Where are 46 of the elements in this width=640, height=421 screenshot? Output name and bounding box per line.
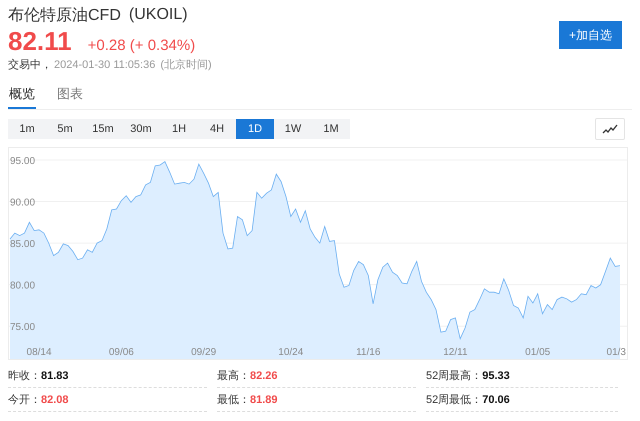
interval-button[interactable]: 1W xyxy=(274,119,312,139)
stat-label: 最高： xyxy=(217,368,250,382)
stat-label: 最低： xyxy=(217,392,250,406)
x-axis-label: 01/3 xyxy=(606,347,626,358)
y-axis-label: 85.00 xyxy=(10,239,36,250)
stat-label: 52周最低： xyxy=(426,392,482,406)
y-axis-label: 90.00 xyxy=(10,198,36,209)
interval-button[interactable]: 30m xyxy=(122,119,160,139)
stat-value: 82.26 xyxy=(250,368,278,382)
instrument-symbol: (UKOIL) xyxy=(128,6,188,24)
x-axis-label: 09/29 xyxy=(191,347,216,358)
stat-value: 82.08 xyxy=(41,392,69,406)
stat-value: 95.33 xyxy=(482,368,510,382)
stat-label: 昨收： xyxy=(8,368,41,382)
interval-button[interactable]: 5m xyxy=(46,119,84,139)
line-chart-icon xyxy=(602,124,618,134)
price-change: +0.28 (+ 0.34%) xyxy=(88,37,196,54)
add-watchlist-button[interactable]: +加自选 xyxy=(559,21,622,49)
interval-button[interactable]: 1H xyxy=(160,119,198,139)
tab[interactable]: 概览 xyxy=(8,86,36,109)
interval-button[interactable]: 1m xyxy=(8,119,46,139)
y-axis-label: 75.00 xyxy=(10,322,36,334)
x-axis-label: 08/14 xyxy=(26,347,52,358)
price: 82.11 xyxy=(8,26,72,56)
x-axis-label: 12/11 xyxy=(443,347,468,358)
interval-button[interactable]: 15m xyxy=(84,119,122,139)
stat-value: 81.89 xyxy=(250,392,278,406)
chart-type-button[interactable] xyxy=(595,118,625,140)
instrument-name: 布伦特原油CFD xyxy=(8,6,121,26)
x-axis-label: 11/16 xyxy=(356,347,380,358)
y-axis-label: 80.00 xyxy=(10,280,36,292)
stat-value: 70.06 xyxy=(482,392,510,406)
stat-label: 今开： xyxy=(8,392,41,406)
timezone: (北京时间) xyxy=(159,58,212,72)
stat-label: 52周最高： xyxy=(426,368,482,382)
x-axis-label: 09/06 xyxy=(108,347,134,358)
interval-button[interactable]: 1D xyxy=(236,119,274,139)
trading-status: 交易中， xyxy=(8,58,52,72)
interval-button[interactable]: 1M xyxy=(312,119,350,139)
timestamp: 2024-01-30 11:05:36 xyxy=(54,58,156,72)
interval-button[interactable]: 4H xyxy=(198,119,236,139)
tab[interactable]: 图表 xyxy=(56,86,84,109)
stat-value: 81.83 xyxy=(41,368,69,382)
x-axis-label: 01/05 xyxy=(525,347,550,358)
x-axis-label: 10/24 xyxy=(278,347,304,358)
y-axis-label: 95.00 xyxy=(10,156,36,167)
